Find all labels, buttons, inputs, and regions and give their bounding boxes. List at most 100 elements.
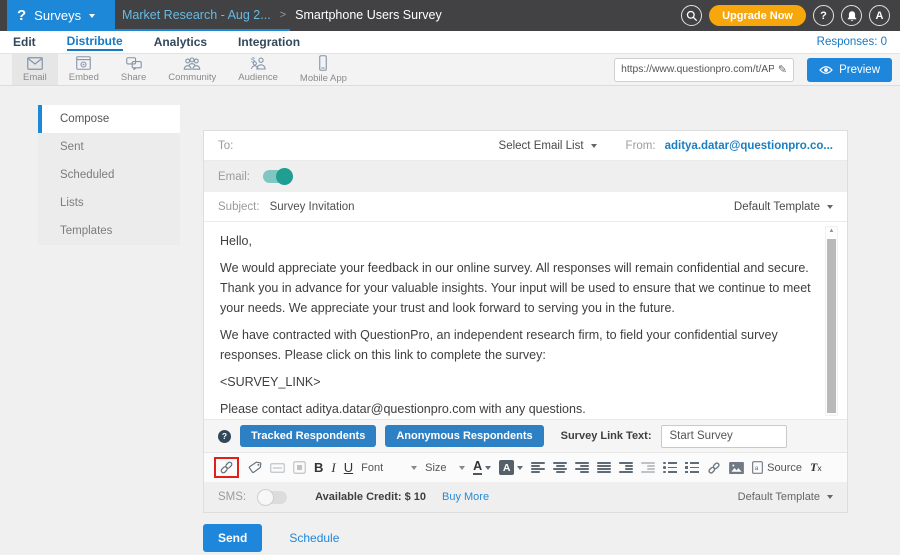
embed-icon: [76, 56, 91, 70]
select-email-list-value: Select Email List: [499, 140, 584, 152]
source-button[interactable]: a Source: [752, 461, 802, 474]
remove-format-x: x: [817, 463, 821, 473]
align-center-icon: [553, 462, 567, 473]
survey-link-text-input[interactable]: [661, 425, 787, 448]
topbar-actions: Upgrade Now ? A: [681, 0, 890, 31]
product-label: Surveys: [34, 8, 81, 23]
send-button[interactable]: Send: [203, 524, 262, 552]
bullet-list-button[interactable]: [663, 462, 677, 473]
insert-tag-button[interactable]: [247, 460, 262, 475]
tab-distribute[interactable]: Distribute: [67, 34, 123, 51]
select-email-list-dropdown[interactable]: Select Email List: [499, 140, 597, 152]
tab-analytics[interactable]: Analytics: [154, 35, 207, 50]
channel-tab-embed[interactable]: Embed: [58, 54, 110, 85]
align-left-icon: [531, 462, 545, 473]
anonymous-respondents-button[interactable]: Anonymous Respondents: [385, 425, 543, 447]
envelope-icon: [27, 57, 43, 70]
breadcrumb-survey-name: Smartphone Users Survey: [295, 8, 442, 22]
from-label: From:: [626, 140, 656, 152]
upgrade-now-button[interactable]: Upgrade Now: [709, 5, 806, 26]
font-family-dropdown[interactable]: Font: [361, 462, 417, 474]
survey-url-field[interactable]: https://www.questionpro.com/t/APNrFZ: [614, 58, 794, 82]
insert-button-widget-disabled[interactable]: [293, 461, 306, 474]
channel-tab-email[interactable]: Email: [12, 54, 58, 85]
from-email-value[interactable]: aditya.datar@questionpro.co...: [665, 140, 833, 152]
sidebar-item-compose[interactable]: Compose: [38, 105, 180, 133]
scrollbar-thumb[interactable]: [827, 239, 836, 413]
email-toggle[interactable]: [263, 170, 292, 183]
link-icon: [219, 460, 234, 475]
people-icon: [183, 57, 201, 70]
tab-edit[interactable]: Edit: [13, 35, 36, 50]
buy-more-link[interactable]: Buy More: [442, 491, 489, 503]
surveys-product-menu[interactable]: ? Surveys: [7, 0, 115, 31]
remove-format-button[interactable]: Tx: [810, 460, 822, 475]
sidebar-item-scheduled[interactable]: Scheduled: [38, 161, 180, 189]
sms-template-dropdown[interactable]: Default Template: [738, 491, 833, 503]
font-size-dropdown[interactable]: Size: [425, 462, 465, 474]
increase-indent-button[interactable]: [619, 462, 633, 473]
channel-tab-share[interactable]: Share: [110, 54, 157, 85]
chevron-down-icon: [89, 14, 95, 18]
sidebar-item-templates[interactable]: Templates: [38, 217, 180, 245]
body-paragraph: We have contracted with QuestionPro, an …: [220, 326, 811, 366]
insert-survey-link-button-highlighted[interactable]: [214, 457, 239, 478]
sidebar-item-lists[interactable]: Lists: [38, 189, 180, 217]
text-color-button[interactable]: A: [473, 460, 491, 476]
channel-tab-mobile-app[interactable]: Mobile App: [289, 54, 358, 85]
chevron-down-icon: [485, 466, 491, 470]
numbered-list-button[interactable]: [685, 462, 699, 473]
to-label: To:: [218, 140, 233, 152]
sidebar-item-sent[interactable]: Sent: [38, 133, 180, 161]
edit-url-pencil-icon[interactable]: [778, 63, 787, 76]
insert-banner-button-disabled[interactable]: [270, 462, 285, 474]
distribute-channel-toolbar: Email Embed Share Community $ Audience M…: [0, 54, 900, 86]
align-justify-button[interactable]: [597, 462, 611, 473]
font-dropdown-value: Font: [361, 462, 383, 474]
decrease-indent-button-disabled[interactable]: [641, 462, 655, 473]
sms-toggle[interactable]: [258, 491, 287, 504]
chevron-down-icon: [827, 205, 833, 209]
email-body-editor[interactable]: Hello, We would appreciate your feedback…: [204, 222, 847, 419]
search-button[interactable]: [681, 5, 702, 26]
banner-icon: [270, 462, 285, 474]
preview-button[interactable]: Preview: [807, 58, 892, 82]
chat-bubbles-icon: [126, 57, 142, 70]
responses-count[interactable]: Responses: 0: [817, 36, 887, 48]
tracked-respondents-button[interactable]: Tracked Respondents: [240, 425, 376, 447]
outdent-icon: [641, 462, 655, 473]
send-actions: Send Schedule: [203, 524, 339, 552]
background-color-button[interactable]: A: [499, 460, 523, 475]
align-center-button[interactable]: [553, 462, 567, 473]
email-template-value: Default Template: [734, 201, 820, 213]
body-scrollbar[interactable]: [825, 226, 838, 416]
align-left-button[interactable]: [531, 462, 545, 473]
avatar[interactable]: A: [869, 5, 890, 26]
email-template-dropdown[interactable]: Default Template: [734, 201, 833, 213]
bold-button[interactable]: B: [314, 460, 323, 475]
italic-button[interactable]: I: [331, 460, 335, 476]
respondents-help-icon[interactable]: ?: [218, 430, 231, 443]
schedule-link[interactable]: Schedule: [289, 531, 339, 545]
channel-tab-audience[interactable]: $ Audience: [227, 54, 289, 85]
help-button[interactable]: ?: [813, 5, 834, 26]
hyperlink-button[interactable]: [707, 461, 721, 475]
underline-button[interactable]: U: [344, 460, 353, 475]
notifications-button[interactable]: [841, 5, 862, 26]
subject-input[interactable]: Survey Invitation: [270, 201, 355, 213]
tab-integration[interactable]: Integration: [238, 35, 300, 50]
toolbar-right-group: https://www.questionpro.com/t/APNrFZ Pre…: [614, 54, 900, 85]
audience-dollar-icon: $: [250, 56, 267, 70]
top-bar: ? Surveys Market Research - Aug 2... > S…: [0, 0, 900, 31]
align-right-button[interactable]: [575, 462, 589, 473]
scroll-up-arrow[interactable]: [826, 228, 837, 234]
channel-tab-community[interactable]: Community: [157, 54, 227, 85]
body-paragraph: Please contact aditya.datar@questionpro.…: [220, 400, 811, 419]
breadcrumb: Market Research - Aug 2... > Smartphone …: [122, 0, 442, 29]
body-paragraph: Hello,: [220, 232, 811, 252]
insert-image-button[interactable]: [729, 462, 744, 474]
breadcrumb-separator: >: [280, 9, 286, 21]
bell-icon: [846, 10, 858, 22]
breadcrumb-folder[interactable]: Market Research - Aug 2...: [122, 8, 271, 22]
chevron-down-icon: [411, 466, 417, 470]
